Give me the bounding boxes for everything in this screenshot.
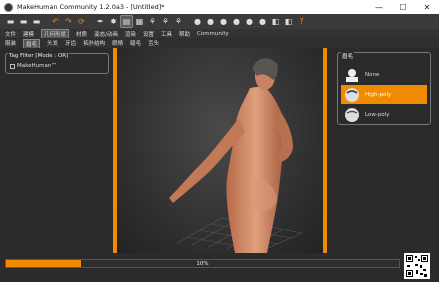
qr-code-image <box>404 253 430 279</box>
undo-button[interactable]: ↶ <box>50 16 61 27</box>
menu-bar: 文件 建模 几何形状 材质 姿态/动画 渲染 设置 工具 帮助 Community <box>0 29 439 38</box>
sub-tab[interactable]: 眉毛 <box>23 38 41 48</box>
tag-makehuman-label: MakeHuman™ <box>17 63 57 69</box>
menu-item[interactable]: 材质 <box>76 30 87 38</box>
human-model-render <box>169 58 304 253</box>
minimize-button[interactable]: — <box>367 0 391 14</box>
human-figure <box>169 58 293 253</box>
sub-tab[interactable]: 头发 <box>47 39 58 47</box>
menu-item[interactable]: 几何形状 <box>41 29 70 38</box>
menu-item[interactable]: 建模 <box>23 30 34 38</box>
sub-tab[interactable]: 拓扑结构 <box>83 39 105 47</box>
option-high-poly-label: High-poly <box>365 91 392 98</box>
toolbar-button-20[interactable]: ◧ <box>283 16 294 27</box>
maximize-button[interactable]: ☐ <box>391 0 415 14</box>
window-title: MakeHuman Community 1.2.0a3 - [Untitled]… <box>17 3 165 11</box>
option-low-poly-label: Low-poly <box>365 111 390 118</box>
option-none-label: None <box>365 71 380 78</box>
reset-button[interactable]: ⟳ <box>76 16 87 27</box>
toolbar-button-10[interactable]: ⚘ <box>147 16 158 27</box>
sub-tabs: 服装 眉毛 头发 牙齿 拓扑结构 眼睛 睫毛 舌头 <box>0 38 439 48</box>
right-panel: 眉毛 None High-poly Low-poly <box>334 50 433 253</box>
help-button[interactable]: ? <box>296 16 307 27</box>
toolbar-button-12[interactable]: ⚘ <box>173 16 184 27</box>
redo-button[interactable]: ↷ <box>63 16 74 27</box>
sub-tab[interactable]: 舌头 <box>148 39 159 47</box>
progress-bar: 10% <box>5 259 400 268</box>
3d-viewport[interactable] <box>117 48 323 253</box>
none-thumbnail-icon <box>343 67 361 83</box>
checkbox-box[interactable] <box>10 63 15 69</box>
menu-item[interactable]: 渲染 <box>125 30 136 38</box>
sub-tab[interactable]: 牙齿 <box>65 39 76 47</box>
menu-item[interactable]: 文件 <box>5 30 16 38</box>
left-panel: Tag Filter [Mode : OR] MakeHuman™ <box>3 50 110 253</box>
toolbar-button-18[interactable]: ● <box>257 16 268 27</box>
tag-filter-group: Tag Filter [Mode : OR] MakeHuman™ <box>5 53 109 74</box>
sub-tab[interactable]: 眼睛 <box>112 39 123 47</box>
toolbar-button-13[interactable]: ● <box>192 16 203 27</box>
toolbar-button-0[interactable]: ▬ <box>5 16 16 27</box>
tag-makehuman-checkbox[interactable]: MakeHuman™ <box>10 63 57 69</box>
title-bar: MakeHuman Community 1.2.0a3 - [Untitled]… <box>0 0 439 14</box>
toolbar-button-1[interactable]: ▬ <box>18 16 29 27</box>
high-poly-thumbnail-icon <box>343 87 361 103</box>
toolbar: ▬ ▬ ▬ ↶ ↷ ⟳ ✒ ✸ ▤ ▦ ⚘ ⚘ ⚘ ● ● ● ● ● ● ◧ ◧? <box>0 14 439 29</box>
toolbar-button-6[interactable]: ✒ <box>95 16 106 27</box>
toolbar-button-17[interactable]: ● <box>244 16 255 27</box>
option-high-poly[interactable]: High-poly <box>341 85 427 104</box>
eyebrows-group-title: 眉毛 <box>341 52 355 60</box>
toolbar-button-7[interactable]: ✸ <box>108 16 119 27</box>
tag-filter-title: Tag Filter [Mode : OR] <box>8 53 70 59</box>
menu-item[interactable]: 设置 <box>143 30 154 38</box>
toolbar-button-2[interactable]: ▬ <box>31 16 42 27</box>
sub-tab[interactable]: 睫毛 <box>130 39 141 47</box>
sub-tab[interactable]: 服装 <box>5 39 16 47</box>
toolbar-button-14[interactable]: ● <box>205 16 216 27</box>
toolbar-button-11[interactable]: ⚘ <box>160 16 171 27</box>
toolbar-button-16[interactable]: ● <box>231 16 242 27</box>
menu-item[interactable]: 姿态/动画 <box>94 30 118 38</box>
menu-item[interactable]: Community <box>197 31 229 37</box>
menu-item[interactable]: 工具 <box>161 30 172 38</box>
eyebrows-group: 眉毛 None High-poly Low-poly <box>337 52 431 125</box>
toolbar-button-15[interactable]: ● <box>218 16 229 27</box>
option-none[interactable]: None <box>341 65 427 84</box>
toolbar-button-9[interactable]: ▦ <box>134 16 145 27</box>
menu-item[interactable]: 帮助 <box>179 30 190 38</box>
low-poly-thumbnail-icon <box>343 107 361 123</box>
toolbar-button-19[interactable]: ◧ <box>270 16 281 27</box>
close-button[interactable]: ✕ <box>415 0 439 14</box>
viewport-right-edge <box>323 48 327 253</box>
progress-text: 10% <box>196 260 209 267</box>
status-bar: 10% <box>0 253 439 282</box>
toolbar-button-8[interactable]: ▤ <box>120 15 133 28</box>
option-low-poly[interactable]: Low-poly <box>341 105 427 124</box>
makehuman-logo-icon <box>4 2 13 12</box>
